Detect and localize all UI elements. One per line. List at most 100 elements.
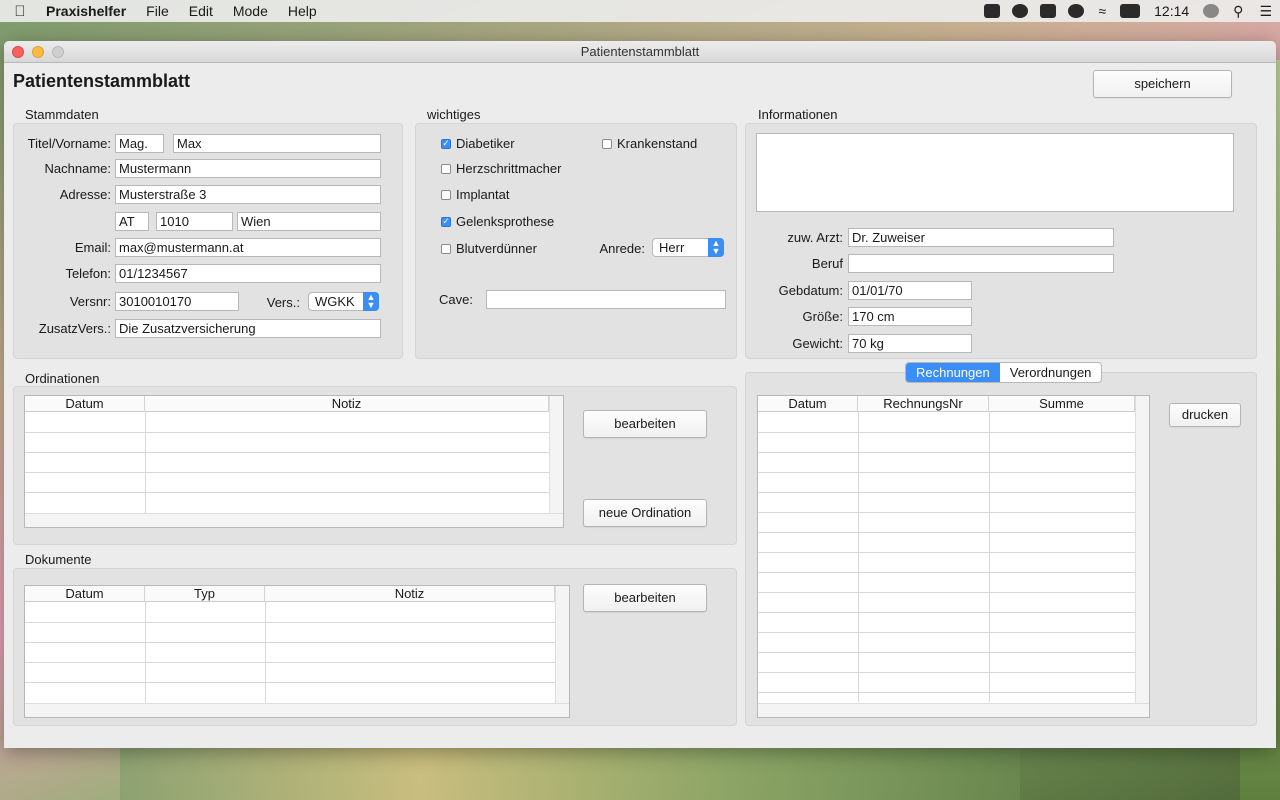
- vorname-field[interactable]: Max: [173, 134, 381, 153]
- table-row[interactable]: [758, 513, 1135, 533]
- clock[interactable]: 12:14: [1146, 3, 1197, 19]
- email-field[interactable]: max@mustermann.at: [115, 238, 381, 257]
- menu-list-icon[interactable]: ☰: [1251, 3, 1280, 20]
- wifi-icon[interactable]: ≈: [1090, 3, 1114, 19]
- implantat-checkbox[interactable]: Implantat: [441, 187, 509, 202]
- table-row[interactable]: [25, 683, 555, 703]
- table-row[interactable]: [25, 643, 555, 663]
- plz-field[interactable]: 1010: [156, 212, 233, 231]
- column-header-notiz[interactable]: Notiz: [265, 586, 555, 602]
- save-button[interactable]: speichern: [1093, 70, 1232, 98]
- herzschrittmacher-checkbox[interactable]: Herzschrittmacher: [441, 161, 561, 176]
- table-row[interactable]: [758, 453, 1135, 473]
- table-row[interactable]: [758, 633, 1135, 653]
- diabetiker-checkbox[interactable]: ✓ Diabetiker: [441, 136, 515, 151]
- dokumente-table[interactable]: Datum Typ Notiz: [24, 585, 570, 718]
- menu-mode[interactable]: Mode: [223, 3, 278, 19]
- table-row[interactable]: [758, 473, 1135, 493]
- battery-icon[interactable]: [1120, 4, 1141, 18]
- close-button[interactable]: [12, 46, 24, 58]
- print-button[interactable]: drucken: [1169, 403, 1241, 427]
- anrede-select[interactable]: Herr ▲ ▼: [652, 238, 724, 257]
- menu-app-name[interactable]: Praxishelfer: [40, 3, 136, 19]
- horizontal-scrollbar[interactable]: [25, 703, 569, 717]
- cave-field[interactable]: [486, 290, 726, 309]
- gewicht-field[interactable]: 70 kg: [848, 334, 972, 353]
- table-row[interactable]: [25, 623, 555, 643]
- column-header-datum[interactable]: Datum: [758, 396, 858, 412]
- gebdatum-field[interactable]: 01/01/70: [848, 281, 972, 300]
- column-header-notiz[interactable]: Notiz: [145, 396, 549, 412]
- ordination-edit-button[interactable]: bearbeiten: [583, 410, 707, 438]
- menu-edit[interactable]: Edit: [179, 3, 223, 19]
- zusatzvers-label: ZusatzVers.:: [38, 321, 111, 336]
- tab-verordnungen[interactable]: Verordnungen: [1000, 363, 1102, 382]
- table-row[interactable]: [25, 433, 549, 453]
- table-row[interactable]: [25, 603, 555, 623]
- ort-field[interactable]: Wien: [237, 212, 381, 231]
- nachname-field[interactable]: Mustermann: [115, 159, 381, 178]
- blutverduenner-checkbox[interactable]: Blutverdünner: [441, 241, 537, 256]
- ordinationen-table[interactable]: Datum Notiz: [24, 395, 564, 528]
- informationen-textarea[interactable]: [756, 133, 1234, 212]
- table-row[interactable]: [758, 653, 1135, 673]
- table-row[interactable]: [25, 493, 549, 513]
- telefon-field[interactable]: 01/1234567: [115, 264, 381, 283]
- beruf-field[interactable]: [848, 254, 1114, 273]
- adresse-field[interactable]: Musterstraße 3: [115, 185, 381, 204]
- column-header-typ[interactable]: Typ: [145, 586, 265, 602]
- table-row[interactable]: [758, 493, 1135, 513]
- menu-help[interactable]: Help: [278, 3, 327, 19]
- menu-file[interactable]: File: [136, 3, 179, 19]
- vertical-scrollbar[interactable]: [555, 586, 569, 703]
- info-icon[interactable]: [1068, 4, 1085, 18]
- land-field[interactable]: AT: [115, 212, 149, 231]
- gelenksprothese-checkbox[interactable]: ✓ Gelenksprothese: [441, 214, 554, 229]
- page-title: Patientenstammblatt: [13, 71, 191, 91]
- user-icon[interactable]: [1203, 4, 1220, 18]
- vertical-scrollbar[interactable]: [1135, 396, 1149, 703]
- titel-field[interactable]: Mag.: [115, 134, 164, 153]
- tab-rechnungen[interactable]: Rechnungen: [906, 363, 1000, 382]
- search-icon[interactable]: ⚲: [1225, 3, 1251, 20]
- sync-icon[interactable]: [1012, 4, 1029, 18]
- table-row[interactable]: [758, 413, 1135, 433]
- column-header-rechnungsnr[interactable]: RechnungsNr: [858, 396, 989, 412]
- window-content: Patientenstammblatt speichern Stammdaten…: [4, 63, 1276, 735]
- table-row[interactable]: [758, 673, 1135, 693]
- table-row[interactable]: [758, 613, 1135, 633]
- blutverduenner-label: Blutverdünner: [456, 241, 537, 256]
- table-row[interactable]: [758, 593, 1135, 613]
- evernote-icon[interactable]: [1040, 4, 1057, 18]
- chevron-updown-icon: ▲ ▼: [708, 238, 724, 257]
- apple-icon[interactable]: : [0, 3, 40, 20]
- table-row[interactable]: [25, 473, 549, 493]
- table-row[interactable]: [758, 693, 1135, 703]
- column-header-datum[interactable]: Datum: [25, 396, 145, 412]
- krankenstand-checkbox[interactable]: Krankenstand: [602, 136, 697, 151]
- column-header-datum[interactable]: Datum: [25, 586, 145, 602]
- zuw-arzt-field[interactable]: Dr. Zuweiser: [848, 228, 1114, 247]
- new-ordination-button[interactable]: neue Ordination: [583, 499, 707, 527]
- minimize-button[interactable]: [32, 46, 44, 58]
- vertical-scrollbar[interactable]: [549, 396, 563, 513]
- groesse-field[interactable]: 170 cm: [848, 307, 972, 326]
- table-row[interactable]: [758, 533, 1135, 553]
- table-row[interactable]: [25, 663, 555, 683]
- table-row[interactable]: [25, 413, 549, 433]
- zusatzvers-field[interactable]: Die Zusatzversicherung: [115, 319, 381, 338]
- versnr-field[interactable]: 3010010170: [115, 292, 239, 311]
- horizontal-scrollbar[interactable]: [25, 513, 563, 527]
- table-row[interactable]: [758, 573, 1135, 593]
- horizontal-scrollbar[interactable]: [758, 703, 1149, 717]
- dropbox-icon[interactable]: [984, 4, 1001, 18]
- dokument-edit-button[interactable]: bearbeiten: [583, 584, 707, 612]
- vers-select[interactable]: WGKK ▲ ▼: [308, 292, 379, 311]
- zoom-button[interactable]: [52, 46, 64, 58]
- beruf-label: Beruf: [811, 256, 843, 271]
- table-row[interactable]: [758, 553, 1135, 573]
- table-row[interactable]: [25, 453, 549, 473]
- column-header-summe[interactable]: Summe: [989, 396, 1135, 412]
- rechnungen-table[interactable]: Datum RechnungsNr Summe: [757, 395, 1150, 718]
- table-row[interactable]: [758, 433, 1135, 453]
